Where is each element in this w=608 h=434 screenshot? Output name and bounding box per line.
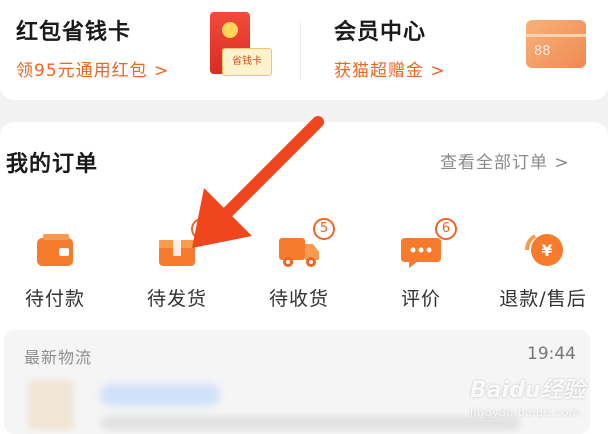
savings-card-label: 省钱卡 xyxy=(222,48,272,76)
wallet-icon xyxy=(33,230,77,270)
savings-card-promo[interactable]: 红包省钱卡 领95元通用红包 > xyxy=(16,14,169,81)
logistics-time: 19:44 xyxy=(527,344,576,364)
package-icon: 1 xyxy=(155,218,213,270)
logistics-detail-blurred xyxy=(100,416,520,430)
svg-text:¥: ¥ xyxy=(541,241,552,260)
order-pending-receipt[interactable]: 5 待收货 xyxy=(244,218,354,311)
promo-card: 红包省钱卡 领95元通用红包 > 省钱卡 会员中心 获猫超赠金 > 88 xyxy=(0,0,608,100)
member-center-title: 会员中心 xyxy=(334,20,427,45)
member-card-icon[interactable]: 88 xyxy=(526,20,586,68)
watermark-sub: jingyan.baidu.com xyxy=(470,406,581,419)
member-card-number: 88 xyxy=(534,44,551,59)
logistics-title: 最新物流 xyxy=(24,348,93,367)
order-count-badge: 1 xyxy=(191,218,213,240)
watermark-main: Baidu经验 xyxy=(470,378,585,403)
member-center-promo[interactable]: 会员中心 获猫超赠金 > xyxy=(334,14,446,81)
card-stripe xyxy=(526,34,586,37)
truck-icon: 5 xyxy=(277,218,335,270)
order-label: 待发货 xyxy=(146,288,207,310)
order-refund-aftersales[interactable]: ¥ 退款/售后 xyxy=(488,230,598,311)
order-label: 评价 xyxy=(400,288,441,310)
savings-card-subtitle[interactable]: 领95元通用红包 > xyxy=(16,56,169,81)
order-count-badge: 5 xyxy=(313,218,335,240)
order-pending-payment[interactable]: 待付款 xyxy=(0,230,110,311)
order-review[interactable]: 6 评价 xyxy=(366,218,476,311)
product-thumbnail xyxy=(28,380,74,430)
order-label: 退款/售后 xyxy=(499,288,587,310)
order-count-badge: 6 xyxy=(435,218,457,240)
order-pending-shipment[interactable]: 1 待发货 xyxy=(122,218,232,311)
red-packet-icon[interactable]: 省钱卡 xyxy=(210,12,274,78)
vertical-divider xyxy=(300,22,301,80)
comment-icon: 6 xyxy=(399,218,457,270)
coin-shape xyxy=(222,22,238,38)
order-label: 待付款 xyxy=(24,288,85,310)
logistics-status-blurred xyxy=(100,384,220,406)
refund-icon: ¥ xyxy=(521,230,565,270)
member-center-subtitle[interactable]: 获猫超赠金 > xyxy=(334,56,446,81)
view-all-orders-link[interactable]: 查看全部订单 > xyxy=(440,148,570,173)
baidu-watermark: Baidu经验 jingyan.baidu.com xyxy=(470,372,602,428)
orders-title: 我的订单 xyxy=(6,152,99,177)
savings-card-title: 红包省钱卡 xyxy=(16,20,132,45)
order-label: 待收货 xyxy=(268,288,329,310)
